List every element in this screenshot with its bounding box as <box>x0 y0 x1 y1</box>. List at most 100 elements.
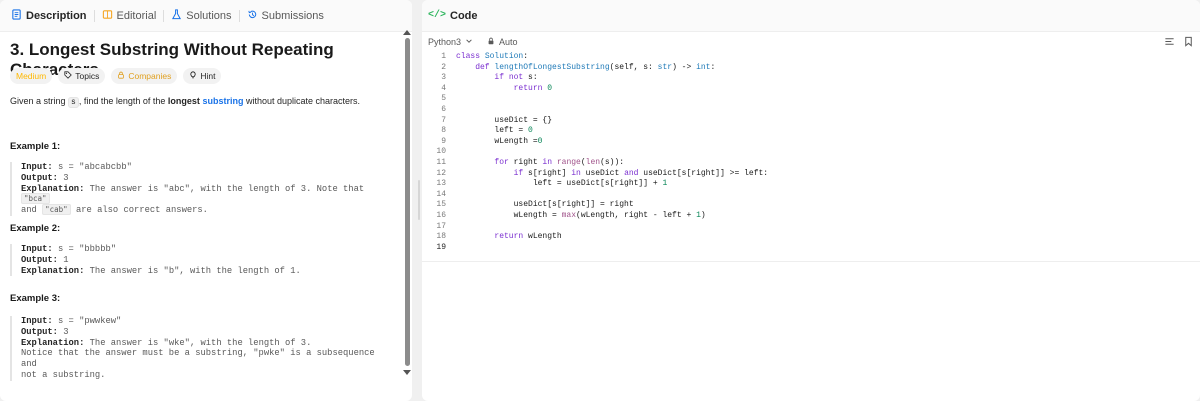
code-panel: </> Code Python3 Auto 1 2 3 4 5 6 7 8 9 … <box>422 0 1200 401</box>
book-icon <box>102 9 113 23</box>
line-number: 1 <box>441 52 446 61</box>
scroll-up-arrow[interactable] <box>403 30 411 35</box>
topics-label: Topics <box>75 71 100 81</box>
history-icon <box>247 9 258 23</box>
line-number: 7 <box>441 115 446 125</box>
format-icon[interactable] <box>1164 36 1175 49</box>
line-number: 9 <box>441 136 446 146</box>
hint-label: Hint <box>200 71 216 81</box>
hint-tag[interactable]: Hint <box>183 68 222 84</box>
editor-actions <box>1164 36 1194 49</box>
tab-label: Editorial <box>116 9 157 22</box>
line-number: 15 <box>436 200 446 210</box>
output-value: 1 <box>63 254 69 265</box>
code-line: left = 0 <box>456 126 533 136</box>
explanation-label: Explanation: <box>21 265 85 276</box>
code-line: if s[right] in useDict and useDict[s[rig… <box>513 168 769 178</box>
tab-label: Solutions <box>186 9 232 22</box>
code-lines[interactable]: class Solution: def lengthOfLongestSubst… <box>456 52 768 253</box>
line-number: 14 <box>436 189 446 199</box>
input-label: Input: <box>21 162 53 172</box>
line-number: 13 <box>436 179 446 189</box>
difficulty-label: Medium <box>16 71 47 81</box>
tab-label: Description <box>26 9 87 22</box>
problem-panel: Description Editorial Solutions Submissi… <box>0 0 412 401</box>
input-label: Input: <box>21 316 53 326</box>
line-number: 10 <box>436 147 446 157</box>
line-number: 6 <box>441 104 446 114</box>
tab-solutions[interactable]: Solutions <box>168 0 234 32</box>
chevron-down-icon <box>465 37 473 47</box>
splitter-grip[interactable] <box>418 180 420 220</box>
code-line: left = useDict[s[right]] + 1 <box>456 179 668 189</box>
difficulty-badge: Medium <box>10 68 53 84</box>
line-numbers: 1 2 3 4 5 6 7 8 9 10 11 12 13 14 15 16 1… <box>422 52 446 253</box>
substring-link[interactable]: substring <box>202 96 243 106</box>
scroll-down-arrow[interactable] <box>403 370 411 375</box>
explanation-text: Notice that the answer must be a substri… <box>21 348 375 370</box>
explanation-label: Explanation: <box>21 183 85 194</box>
tab-editorial[interactable]: Editorial <box>99 0 160 32</box>
code-line: useDict[s[right]] = right <box>456 200 634 210</box>
line-number: 18 <box>436 232 446 242</box>
example-3-block: Input: s = "pwwkew" Output: 3 Explanatio… <box>10 316 392 381</box>
explanation-text: The answer is "b", with the length of 1. <box>89 265 301 276</box>
example-3-title: Example 3: <box>10 293 61 304</box>
lock-icon <box>487 37 495 47</box>
example-2-title: Example 2: <box>10 223 61 234</box>
tab-divider <box>163 9 165 22</box>
line-number: 11 <box>436 157 446 167</box>
example-1-title: Example 1: <box>10 141 61 152</box>
code-line: useDict = {} <box>456 115 553 125</box>
input-value: s = "pwwkew" <box>57 316 122 326</box>
line-number: 19 <box>436 242 446 252</box>
output-label: Output: <box>21 172 58 183</box>
tag-icon <box>64 71 73 81</box>
desc-var: s <box>68 97 79 108</box>
line-number: 8 <box>441 126 446 136</box>
desc-bold: longest <box>167 96 200 106</box>
inline-code: "bca" <box>21 193 50 205</box>
code-icon: </> <box>428 10 447 21</box>
lightbulb-icon <box>189 71 197 81</box>
input-value: s = "abcabcbb" <box>57 162 132 172</box>
auto-mode-toggle[interactable]: Auto <box>487 37 518 47</box>
explanation-text: not a substring. <box>21 369 106 380</box>
explanation-text: and <box>21 205 37 216</box>
code-line: wLength = max(wLength, right - left + 1) <box>456 210 706 220</box>
example-2-block: Input: s = "bbbbb" Output: 1 Explanation… <box>10 244 392 277</box>
line-number: 17 <box>436 221 446 231</box>
bookmark-icon[interactable] <box>1183 36 1194 49</box>
mode-label: Auto <box>499 37 518 47</box>
scrollbar-thumb[interactable] <box>405 38 410 366</box>
code-line: def lengthOfLongestSubstring(self, s: st… <box>475 62 716 72</box>
companies-label: Companies <box>128 71 172 81</box>
tab-description[interactable]: Description <box>8 0 90 32</box>
language-select[interactable]: Python3 <box>428 37 473 47</box>
line-number: 2 <box>441 62 446 72</box>
explanation-text: The answer is "abc", with the length of … <box>89 183 365 194</box>
companies-tag[interactable]: Companies <box>111 68 178 84</box>
problem-description: Given a string s, find the length of the… <box>10 96 361 108</box>
problem-tags: Medium Topics Companies Hint <box>10 68 222 84</box>
code-line: return wLength <box>494 232 562 242</box>
code-panel-header: </> Code <box>422 0 1200 32</box>
output-value: 3 <box>63 326 69 337</box>
topics-tag[interactable]: Topics <box>58 68 106 84</box>
line-number: 12 <box>436 168 446 178</box>
code-editor[interactable]: 1 2 3 4 5 6 7 8 9 10 11 12 13 14 15 16 1… <box>422 52 1200 262</box>
tab-submissions[interactable]: Submissions <box>244 0 327 32</box>
code-line: class Solution: <box>456 52 529 61</box>
output-label: Output: <box>21 326 58 337</box>
tab-label: Submissions <box>261 9 324 22</box>
code-panel-title: Code <box>450 9 478 22</box>
line-number: 5 <box>441 94 446 104</box>
desc-text: Given a string <box>10 96 69 106</box>
desc-text: without duplicate characters. <box>243 96 361 106</box>
